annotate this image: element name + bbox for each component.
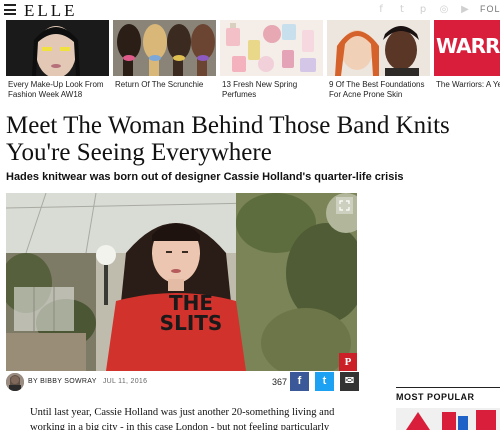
top-nav-bar: ELLE f t p ◎ ▶ FOLLOW — [0, 0, 500, 20]
sidebar-ad-space — [357, 193, 500, 371]
author-avatar[interactable] — [6, 373, 24, 391]
twitter-icon[interactable]: t — [396, 4, 408, 16]
share-count: 367 — [272, 377, 288, 387]
facebook-share-button[interactable]: f — [290, 372, 309, 391]
carousel-item[interactable]: Every Make-Up Look From Fashion Week AW1… — [6, 20, 109, 100]
carousel-item-title: The Warriors: A Year Reporting Project — [436, 80, 500, 89]
byline-text: BY BIBBY SOWRAY JUL 11, 2016 — [28, 378, 147, 385]
article-headline: Meet The Woman Behind Those Band Knits Y… — [6, 112, 450, 166]
publish-date: JUL 11, 2016 — [102, 378, 148, 385]
facebook-icon[interactable]: f — [375, 4, 387, 16]
carousel-thumb-warriors: WARRIO — [434, 20, 500, 76]
follow-link[interactable]: FOLLOW — [480, 4, 500, 14]
article-body-paragraph: Until last year, Cassie Holland was just… — [30, 407, 335, 430]
carousel-thumb-perfumes — [220, 20, 323, 76]
byline-prefix: BY — [28, 378, 38, 385]
instagram-icon[interactable]: ◎ — [438, 4, 450, 16]
carousel-item-title: Every Make-Up Look From Fashion Week AW1… — [8, 80, 104, 99]
carousel-item-title: 9 Of The Best Foundations For Acne Prone… — [329, 80, 425, 99]
menu-icon[interactable] — [4, 4, 16, 15]
most-popular-heading: MOST POPULAR — [396, 392, 475, 402]
byline: BY BIBBY SOWRAY JUL 11, 2016 367 f t ✉ — [6, 372, 359, 392]
article-subhead: Hades knitwear was born out of designer … — [6, 171, 404, 183]
carousel-item[interactable]: 9 Of The Best Foundations For Acne Prone… — [327, 20, 430, 100]
jumper-text-line1: THE — [168, 291, 214, 315]
jumper-text: THE SLITS — [151, 293, 231, 333]
carousel-item[interactable]: 13 Fresh New Spring Perfumes — [220, 20, 323, 100]
carousel-thumb-foundations — [327, 20, 430, 76]
carousel-item-title: Return Of The Scrunchie — [115, 80, 204, 89]
most-popular-divider — [396, 387, 500, 388]
author-name[interactable]: BIBBY SOWRAY — [40, 378, 97, 385]
carousel-item-title: 13 Fresh New Spring Perfumes — [222, 80, 298, 99]
pinterest-icon[interactable]: p — [417, 4, 429, 16]
carousel-item[interactable]: WARRIO The Warriors: A Year Reporting Pr… — [434, 20, 500, 100]
twitter-share-button[interactable]: t — [315, 372, 334, 391]
related-carousel: Every Make-Up Look From Fashion Week AW1… — [0, 20, 500, 100]
email-share-button[interactable]: ✉ — [340, 372, 359, 391]
youtube-icon[interactable]: ▶ — [459, 4, 471, 16]
carousel-thumb-makeup — [6, 20, 109, 76]
site-logo[interactable]: ELLE — [24, 1, 78, 21]
carousel-item[interactable]: Return Of The Scrunchie — [113, 20, 216, 100]
hero-image[interactable]: THE SLITS P — [6, 193, 357, 371]
jumper-text-line2: SLITS — [159, 311, 223, 335]
warriors-badge-text: WARRIO — [436, 34, 500, 58]
pinterest-pin-button[interactable]: P — [339, 353, 357, 371]
most-popular-thumb[interactable] — [396, 408, 500, 430]
expand-icon[interactable] — [336, 197, 353, 214]
carousel-thumb-scrunchie — [113, 20, 216, 76]
